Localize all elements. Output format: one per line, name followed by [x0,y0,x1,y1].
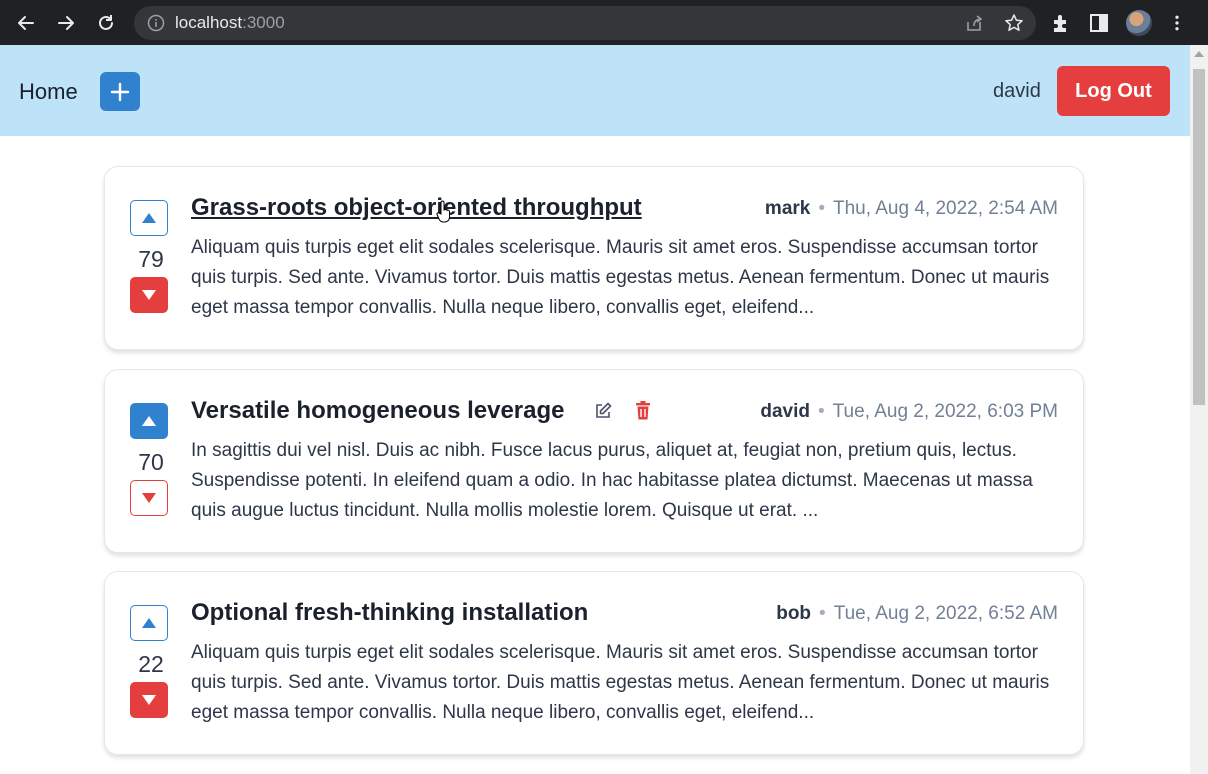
arrow-left-icon [18,15,34,30]
post-title-link[interactable]: Grass-roots object-oriented throughput [191,194,642,222]
side-panel-icon[interactable] [1088,12,1110,34]
scroll-thumb[interactable] [1193,69,1205,405]
post-card: 79 Grass-roots object-oriented throughpu… [104,166,1084,350]
post-date: Tue, Aug 2, 2022, 6:03 PM [832,401,1058,422]
scroll-up-arrow-icon[interactable] [1194,51,1204,57]
share-icon[interactable] [964,13,984,33]
vote-score: 70 [138,449,164,475]
edit-icon[interactable] [593,401,613,421]
post-date: Thu, Aug 4, 2022, 2:54 AM [833,198,1058,219]
back-button[interactable] [6,0,46,45]
downvote-button[interactable] [130,682,168,718]
post-author: mark [764,198,811,219]
triangle-down-icon [142,493,156,503]
post-meta: bob • Tue, Aug 2, 2022, 6:52 AM [776,603,1058,625]
hand-cursor-icon [436,200,450,223]
url-text: localhost:3000 [175,13,285,33]
url-host: localhost [175,13,243,32]
triangle-down-icon [142,695,156,705]
post-date: Tue, Aug 2, 2022, 6:52 AM [833,603,1058,624]
upvote-button[interactable] [130,605,168,641]
vote-score: 22 [138,651,164,677]
forward-button[interactable] [46,0,86,45]
post-meta: david • Tue, Aug 2, 2022, 6:03 PM [760,401,1058,423]
upvote-button[interactable] [130,200,168,236]
add-post-button[interactable] [100,72,140,111]
post-body: Aliquam quis turpis eget elit sodales sc… [191,237,1050,318]
current-username: david [993,80,1041,102]
post-body: In sagittis dui vel nisl. Duis ac nibh. … [191,440,1033,521]
plus-icon [110,82,130,101]
post-card: 70 Versatile homogeneous leverage david •… [104,369,1084,553]
post-author: bob [776,603,812,624]
downvote-button[interactable] [130,480,168,516]
downvote-button[interactable] [130,277,168,313]
trash-icon[interactable] [633,400,653,421]
triangle-up-icon [142,213,156,223]
post-title-link[interactable]: Versatile homogeneous leverage [191,397,565,425]
meta-separator: • [819,603,826,624]
extensions-icon[interactable] [1050,12,1072,34]
triangle-down-icon [142,290,156,300]
logout-button[interactable]: Log Out [1057,66,1170,116]
post-title-link[interactable]: Optional fresh-thinking installation [191,599,588,627]
profile-avatar[interactable] [1126,9,1152,36]
address-bar[interactable]: localhost:3000 [134,6,1036,40]
post-card: 22 Optional fresh-thinking installation … [104,571,1084,755]
triangle-up-icon [142,618,156,628]
triangle-up-icon [142,416,156,426]
info-icon[interactable] [147,14,165,32]
browser-toolbar: localhost:3000 [0,0,1208,45]
reload-icon [99,14,113,30]
home-link[interactable]: Home [19,79,78,105]
vote-score: 79 [138,246,164,272]
url-port: :3000 [242,13,285,32]
menu-dots-icon[interactable] [1168,12,1186,34]
meta-separator: • [818,198,825,219]
reload-button[interactable] [86,0,126,45]
meta-separator: • [818,401,825,422]
post-body: Aliquam quis turpis eget elit sodales sc… [191,642,1050,723]
app-navbar: Home david Log Out [0,45,1190,136]
post-meta: mark • Thu, Aug 4, 2022, 2:54 AM [765,198,1058,220]
arrow-right-icon [58,15,74,30]
post-author: david [760,401,810,422]
upvote-button[interactable] [130,403,168,439]
star-icon[interactable] [1004,13,1024,33]
page-scrollbar[interactable] [1190,45,1208,774]
